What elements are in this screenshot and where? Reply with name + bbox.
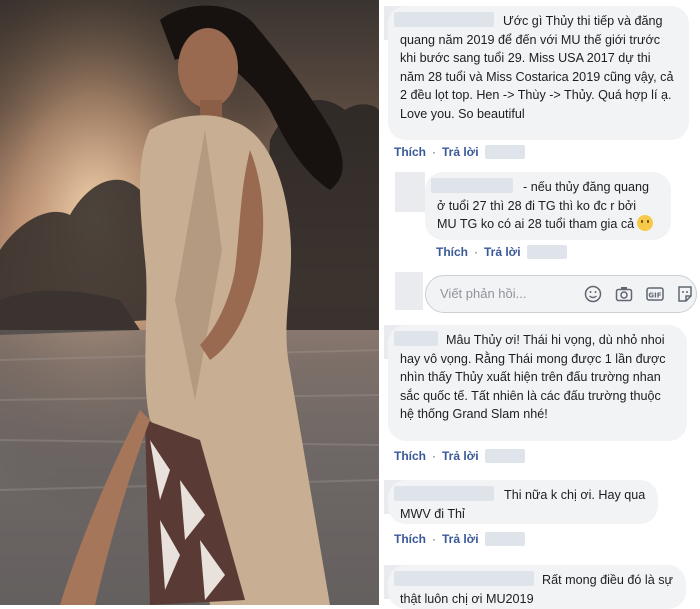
like-link[interactable]: Thích xyxy=(436,245,468,259)
reply-link[interactable]: Trả lời xyxy=(484,245,521,259)
blurred-name xyxy=(394,331,438,346)
reply-placeholder: Viết phản hồi... xyxy=(440,286,527,301)
timestamp xyxy=(484,532,525,546)
comment-bubble: Thi nữa k chị ơi. Hay qua MWV đi Thỉ xyxy=(388,480,658,524)
like-link[interactable]: Thích xyxy=(394,449,426,463)
screenshot: Ước gì Thủy thi tiếp và đăng quang năm 2… xyxy=(0,0,700,609)
reply-bubble: - nếu thủy đăng quang ở tuổi 27 thì 28 đ… xyxy=(425,172,671,240)
camera-icon[interactable] xyxy=(615,285,633,303)
svg-text:GIF: GIF xyxy=(648,292,661,300)
comment-bubble: Rất mong điều đó là sự thật luôn chị ơi … xyxy=(388,565,686,609)
blurred-name xyxy=(394,486,494,501)
gif-icon[interactable]: GIF xyxy=(646,285,664,303)
my-avatar xyxy=(395,272,423,310)
avatar[interactable] xyxy=(395,172,425,212)
comment-text: Mâu Thủy ơi! Thái hi vọng, dù nhỏ nhoi h… xyxy=(400,333,666,422)
blurred-name xyxy=(394,571,534,586)
comment-actions: Thích · Trả lời xyxy=(394,449,525,463)
timestamp xyxy=(484,449,525,463)
reply-link[interactable]: Trả lời xyxy=(442,145,479,159)
reply-input[interactable]: Viết phản hồi... GIF xyxy=(425,275,697,313)
sticker-icon[interactable] xyxy=(676,285,694,303)
timestamp xyxy=(484,145,525,159)
comment-bubble: Mâu Thủy ơi! Thái hi vọng, dù nhỏ nhoi h… xyxy=(388,325,687,441)
comment-actions: Thích · Trả lời xyxy=(394,145,525,159)
comment-text: Ước gì Thủy thi tiếp và đăng quang năm 2… xyxy=(400,14,674,121)
blurred-name xyxy=(431,178,513,193)
like-link[interactable]: Thích xyxy=(394,532,426,546)
reply-link[interactable]: Trả lời xyxy=(442,449,479,463)
fashion-photo xyxy=(0,0,379,605)
reply-link[interactable]: Trả lời xyxy=(442,532,479,546)
blurred-name xyxy=(394,12,494,27)
comment-actions: Thích · Trả lời xyxy=(394,532,525,546)
timestamp xyxy=(526,245,567,259)
comment-actions: Thích · Trả lời xyxy=(436,245,567,259)
emoji-icon[interactable] xyxy=(584,285,602,303)
comment-bubble: Ước gì Thủy thi tiếp và đăng quang năm 2… xyxy=(388,6,689,140)
like-link[interactable]: Thích xyxy=(394,145,426,159)
smile-emoji-icon xyxy=(637,215,654,232)
